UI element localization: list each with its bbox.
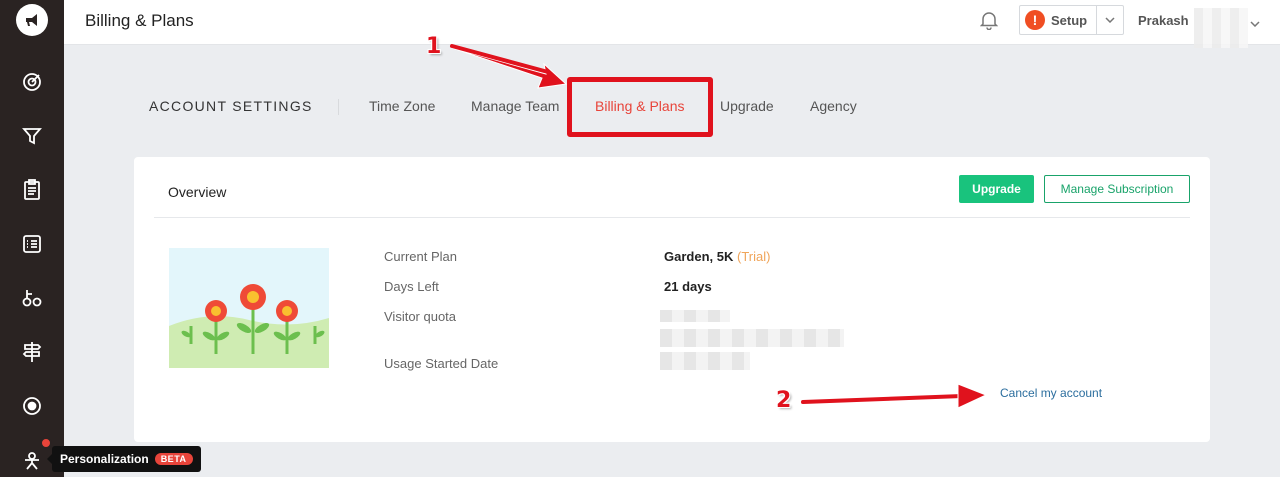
personalization-tooltip: Personalization BETA — [47, 446, 201, 472]
plan-name: Garden, 5K — [664, 249, 734, 264]
top-header: Billing & Plans ! Setup Prakash — [64, 0, 1280, 48]
logo-megaphone-icon[interactable] — [16, 4, 48, 36]
manage-subscription-button[interactable]: Manage Subscription — [1044, 175, 1190, 203]
user-name[interactable]: Prakash — [1138, 13, 1189, 28]
signpost-icon[interactable] — [20, 340, 44, 364]
usage-started-label: Usage Started Date — [384, 356, 499, 371]
record-icon[interactable] — [20, 394, 44, 418]
visitor-quota-label: Visitor quota — [384, 309, 457, 324]
bell-icon[interactable] — [979, 10, 999, 35]
current-plan-value: Garden, 5K (Trial) — [664, 249, 770, 264]
card-title: Overview — [168, 184, 227, 200]
tab-time-zone[interactable]: Time Zone — [369, 98, 435, 114]
form-list-icon[interactable] — [20, 232, 44, 256]
annotation-number-1: 1 — [426, 34, 442, 59]
highlight-box — [567, 77, 713, 137]
visitor-quota-detail-redacted — [660, 329, 844, 347]
visitor-quota-redacted — [660, 310, 730, 322]
beta-badge: BETA — [154, 453, 193, 465]
usage-started-redacted — [660, 352, 750, 370]
notification-dot — [40, 437, 52, 449]
current-plan-label: Current Plan — [384, 249, 457, 264]
funnel-icon[interactable] — [20, 124, 44, 148]
clipboard-icon[interactable] — [20, 178, 44, 202]
days-left-label: Days Left — [384, 279, 439, 294]
tab-upgrade[interactable]: Upgrade — [720, 98, 774, 114]
card-divider — [154, 217, 1190, 218]
cycle-icon[interactable] — [20, 286, 44, 310]
setup-label: Setup — [1051, 12, 1088, 28]
personalization-icon[interactable] — [20, 448, 44, 472]
cancel-account-link[interactable]: Cancel my account — [1000, 386, 1102, 400]
target-icon[interactable] — [20, 70, 44, 94]
tab-manage-team[interactable]: Manage Team — [471, 98, 559, 114]
overview-card: Overview Upgrade Manage Subscription Cur… — [134, 157, 1210, 442]
tooltip-label: Personalization — [60, 452, 149, 466]
sidebar — [0, 0, 64, 477]
annotation-number-2: 2 — [776, 388, 792, 413]
trial-badge: (Trial) — [736, 249, 771, 264]
setup-chevron-down-icon[interactable] — [1097, 17, 1123, 23]
account-settings-title: ACCOUNT SETTINGS — [149, 98, 313, 114]
garden-plan-illustration — [169, 248, 329, 368]
setup-button[interactable]: ! Setup — [1020, 6, 1097, 34]
days-left-value: 21 days — [664, 279, 712, 294]
upgrade-button[interactable]: Upgrade — [959, 175, 1034, 203]
user-name-redacted — [1194, 8, 1248, 48]
nav-divider — [338, 99, 339, 115]
alert-icon: ! — [1025, 10, 1045, 30]
page-title: Billing & Plans — [85, 11, 194, 30]
user-chevron-down-icon[interactable] — [1250, 14, 1260, 32]
setup-dropdown: ! Setup — [1019, 5, 1124, 35]
tab-agency[interactable]: Agency — [810, 98, 857, 114]
